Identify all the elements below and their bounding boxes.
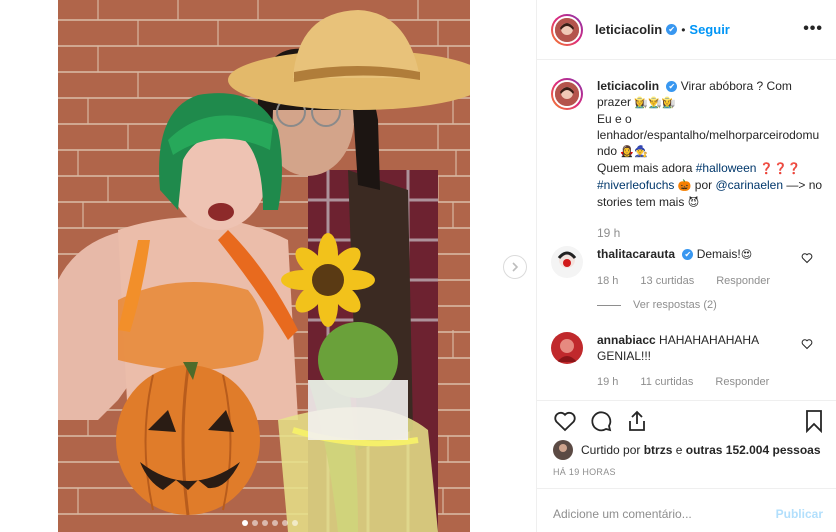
comment-meta: 19 h 11 curtidas Responder: [597, 376, 833, 388]
verified-badge-icon: ✔: [666, 24, 678, 35]
add-comment-box: Adicione um comentário... Publicar: [537, 488, 836, 532]
liker-username[interactable]: btrzs: [644, 443, 673, 457]
chevron-right-icon: [512, 262, 519, 272]
vampire-emoji: 🧛‍♀️🧙: [620, 145, 648, 158]
carousel-dot: [242, 520, 248, 526]
post-timestamp[interactable]: HÁ 19 HORAS: [553, 467, 616, 477]
bookmark-icon[interactable]: [803, 409, 825, 433]
farmer-emoji: 👩‍🌾👨‍🌾👩‍🌾: [634, 96, 676, 109]
likes-count-link[interactable]: outras 152.004 pessoas: [686, 443, 821, 457]
caption-por: por: [694, 178, 713, 192]
list-item: thalitacarauta ✔ Demais!😍 18 h 13 curtid…: [551, 246, 833, 311]
carousel-dot: [252, 520, 258, 526]
comment-username[interactable]: annabiacc: [597, 333, 656, 347]
avatar[interactable]: [551, 332, 583, 364]
reply-button[interactable]: Responder: [715, 376, 769, 388]
view-replies-label: Ver respostas (2): [633, 299, 717, 311]
carousel-dot: [282, 520, 288, 526]
share-icon[interactable]: [625, 409, 649, 433]
hashtag-halloween-link[interactable]: #halloween: [696, 161, 757, 175]
comment-username[interactable]: thalitacarauta: [597, 247, 675, 261]
likes-prefix: Curtido por: [581, 443, 641, 457]
likes-summary: Curtido por btrzs e outras 152.004 pesso…: [553, 440, 821, 460]
carousel-dots: [242, 520, 298, 526]
verified-badge-icon: ✔: [682, 249, 694, 261]
instagram-post-view: leticiacolin ✔ • Seguir ••• leticiacolin…: [0, 0, 836, 532]
avatar[interactable]: [553, 440, 573, 460]
comment-icon[interactable]: [589, 409, 613, 433]
publish-button[interactable]: Publicar: [776, 507, 823, 521]
carousel-dot: [272, 520, 278, 526]
more-options-icon[interactable]: •••: [803, 20, 823, 38]
caption: leticiacolin ✔ Virar abóbora ? Com praze…: [551, 78, 833, 241]
like-comment-heart-icon[interactable]: [801, 338, 813, 350]
heart-icon[interactable]: [553, 409, 577, 433]
carousel-dot: [262, 520, 268, 526]
follow-button[interactable]: Seguir: [689, 22, 729, 37]
reply-button[interactable]: Responder: [716, 275, 770, 287]
pumpkin-emoji: 🎃: [677, 179, 692, 192]
comment-likes[interactable]: 13 curtidas: [640, 275, 694, 287]
comment-text: thalitacarauta ✔ Demais!😍: [597, 246, 797, 263]
heart-eyes-emoji: 😍: [740, 248, 753, 261]
separator-dot: •: [681, 22, 686, 37]
list-item: annabiacc HAHAHAHAHAHA GENIAL!!! 19 h 11…: [551, 332, 833, 388]
caption-text: leticiacolin ✔ Virar abóbora ? Com praze…: [597, 78, 825, 241]
likes-middle: e: [675, 443, 683, 457]
like-comment-heart-icon[interactable]: [801, 252, 813, 264]
hashtag-niverleofuchs-link[interactable]: #niverleofuchs: [597, 178, 674, 192]
caption-time: 19 h: [597, 226, 621, 240]
comment-likes[interactable]: 11 curtidas: [640, 376, 693, 388]
caption-line-3: Quem mais adora: [597, 161, 693, 175]
devil-emoji: 😈: [687, 196, 700, 209]
avatar[interactable]: [551, 246, 583, 278]
action-bar: [537, 400, 836, 440]
comment-text: annabiacc HAHAHAHAHAHA GENIAL!!!: [597, 332, 797, 364]
verified-badge-icon: ✔: [666, 81, 678, 93]
question-emoji: ❓❓❓: [759, 162, 801, 175]
avatar[interactable]: [551, 78, 583, 110]
comment-content: Demais!: [696, 247, 741, 261]
comment-meta: 18 h 13 curtidas Responder: [597, 275, 833, 287]
media-area: [0, 0, 536, 532]
post-side-panel: leticiacolin ✔ • Seguir ••• leticiacolin…: [536, 0, 836, 532]
username-link[interactable]: leticiacolin: [595, 22, 662, 37]
caption-username[interactable]: leticiacolin: [597, 79, 659, 93]
comment-time: 18 h: [597, 275, 619, 287]
carousel-dot: [292, 520, 298, 526]
divider: [597, 304, 621, 306]
mention-link[interactable]: @carinaelen: [715, 178, 783, 192]
post-photo[interactable]: [58, 0, 470, 532]
post-header: leticiacolin ✔ • Seguir •••: [537, 0, 836, 60]
view-replies-button[interactable]: Ver respostas (2): [597, 299, 833, 311]
avatar[interactable]: [551, 13, 583, 46]
next-photo-button[interactable]: [503, 255, 527, 279]
comment-input[interactable]: Adicione um comentário...: [553, 507, 692, 521]
comments-list[interactable]: leticiacolin ✔ Virar abóbora ? Com praze…: [537, 60, 836, 400]
comment-time: 19 h: [597, 376, 619, 388]
